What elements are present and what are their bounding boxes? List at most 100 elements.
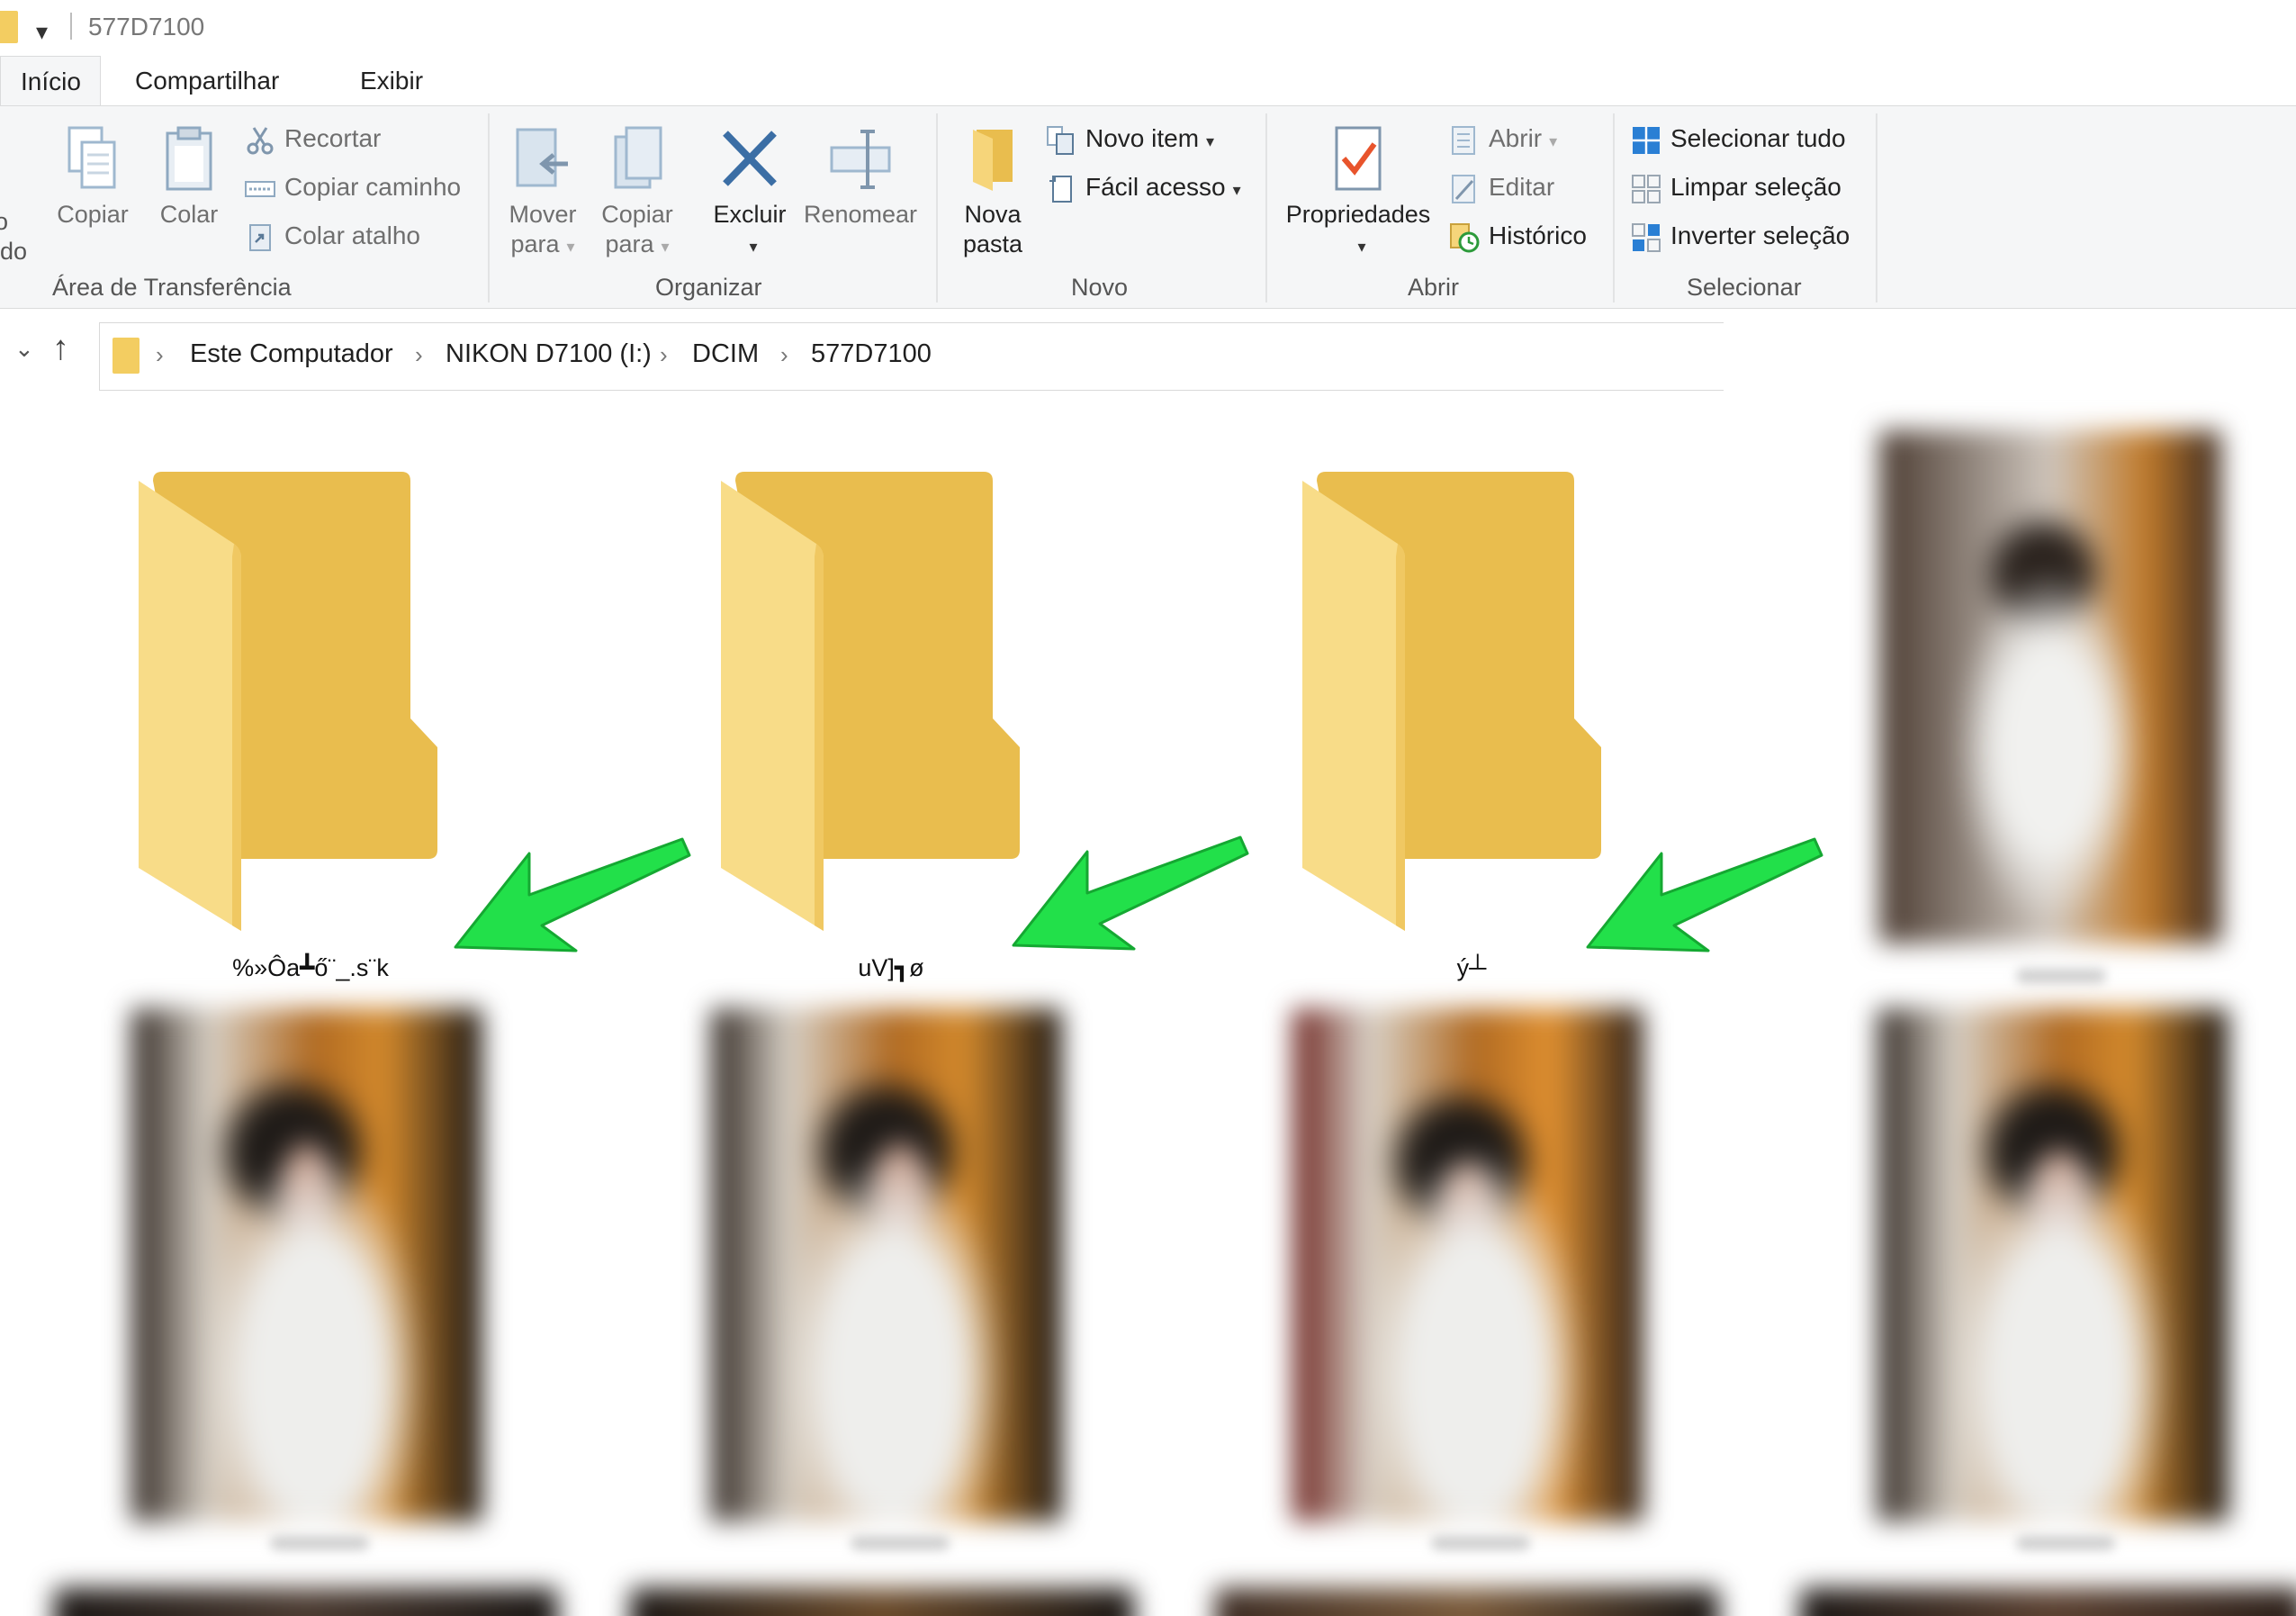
photo-thumbnail[interactable] — [711, 1008, 1062, 1521]
edit-label: Editar — [1489, 173, 1555, 201]
address-bar[interactable]: › Este Computador › NIKON D7100 (I:) › D… — [99, 322, 1724, 391]
copy-to-button[interactable]: Copiar para ▾ — [594, 124, 680, 262]
tab-label: Exibir — [360, 67, 424, 95]
photo-thumbnail[interactable] — [1800, 1588, 2296, 1616]
breadcrumb-separator-icon[interactable]: › — [156, 341, 164, 369]
chevron-down-icon: ▾ — [1357, 238, 1366, 256]
paste-label: Colar — [159, 201, 219, 228]
move-to-button[interactable]: Mover para ▾ — [502, 124, 583, 262]
tab-exibir[interactable]: Exibir — [360, 56, 423, 106]
copy-to-icon — [614, 126, 662, 189]
new-folder-button[interactable]: Nova pasta — [954, 124, 1031, 259]
folder-icon — [139, 472, 437, 931]
properties-label: Propriedades — [1285, 201, 1431, 228]
tab-label: Compartilhar — [135, 67, 280, 95]
easy-access-label: Fácil acesso — [1085, 173, 1226, 201]
group-separator — [1876, 113, 1877, 302]
breadcrumb-current-folder[interactable]: 577D7100 — [811, 339, 932, 369]
copy-path-icon — [245, 180, 275, 197]
group-separator — [488, 113, 490, 302]
properties-button[interactable]: Propriedades ▾ — [1280, 124, 1436, 262]
pin-quick-access-button[interactable]: o ido — [0, 207, 27, 266]
scissors-icon — [247, 126, 274, 155]
select-none-button[interactable]: Limpar seleção — [1631, 169, 1841, 205]
copy-icon — [68, 126, 116, 189]
new-item-label: Novo item — [1085, 124, 1200, 152]
chevron-down-icon: ▾ — [661, 238, 670, 256]
clipboard-icon — [166, 126, 212, 191]
easy-access-icon — [1049, 175, 1072, 203]
copy-path-button[interactable]: Copiar caminho — [245, 169, 461, 205]
folder-icon — [1302, 472, 1601, 931]
rename-button[interactable]: Renomear — [797, 124, 923, 230]
select-all-label: Selecionar tudo — [1670, 124, 1846, 152]
folder-item[interactable] — [708, 468, 1032, 941]
tab-compartilhar[interactable]: Compartilhar — [135, 56, 279, 106]
delete-button[interactable]: Excluir ▾ — [707, 124, 792, 262]
ribbon: o ido Copiar Colar Recortar — [0, 105, 2296, 309]
copy-label: Copiar — [57, 201, 129, 228]
open-button[interactable]: Abrir ▾ — [1449, 121, 1557, 157]
paste-button[interactable]: Colar — [153, 124, 225, 230]
folder-name-label[interactable]: ý┴ — [1332, 954, 1611, 982]
cut-button[interactable]: Recortar — [245, 121, 381, 157]
photo-caption-blurred — [851, 1536, 950, 1550]
photo-thumbnail[interactable] — [131, 1008, 482, 1521]
photo-thumbnail[interactable] — [1292, 1008, 1643, 1521]
pin-label: ido — [0, 238, 28, 265]
easy-access-button[interactable]: Fácil acesso ▾ — [1046, 169, 1241, 205]
history-label: Histórico — [1489, 221, 1587, 249]
history-button[interactable]: Histórico — [1449, 218, 1587, 254]
tab-label: Início — [21, 68, 81, 95]
photo-thumbnail[interactable] — [630, 1588, 1134, 1616]
breadcrumb-separator-icon[interactable]: › — [660, 341, 668, 369]
folder-name-label[interactable]: uV]┓ø — [747, 954, 1035, 982]
pin-label: o — [0, 208, 9, 235]
breadcrumb-nikon-d7100[interactable]: NIKON D7100 (I:) — [446, 339, 652, 369]
paste-shortcut-button[interactable]: Colar atalho — [245, 218, 420, 254]
photo-thumbnail[interactable] — [1879, 430, 2221, 943]
photo-thumbnail[interactable] — [1215, 1588, 1719, 1616]
folder-item[interactable] — [126, 468, 450, 941]
new-folder-icon — [973, 130, 1013, 191]
copy-to-label: para — [605, 230, 654, 257]
chevron-down-icon: ▾ — [749, 238, 758, 256]
new-item-button[interactable]: Novo item ▾ — [1046, 121, 1214, 157]
select-none-label: Limpar seleção — [1670, 173, 1841, 201]
select-none-icon — [1632, 174, 1661, 203]
paste-shortcut-label: Colar atalho — [284, 221, 420, 249]
green-arrow-annotation — [454, 837, 691, 952]
folder-name-label[interactable]: %»Ôa┻ő¨_.s¨k — [162, 954, 459, 982]
quick-access-dropdown-icon[interactable]: ▾ — [36, 18, 48, 46]
photo-caption-blurred — [2016, 969, 2106, 983]
select-all-icon — [1633, 126, 1660, 154]
move-to-label: Mover — [509, 201, 577, 228]
breadcrumb-este-computador[interactable]: Este Computador — [190, 339, 393, 369]
select-all-button[interactable]: Selecionar tudo — [1631, 121, 1846, 157]
photo-thumbnail[interactable] — [1877, 1008, 2228, 1521]
cut-label: Recortar — [284, 124, 382, 152]
chevron-down-icon: ▾ — [1549, 132, 1558, 150]
breadcrumb-separator-icon[interactable]: › — [415, 341, 423, 369]
recent-locations-chevron-icon[interactable]: ⌄ — [14, 335, 34, 363]
open-group-label: Abrir — [1408, 274, 1460, 301]
new-item-icon — [1047, 125, 1074, 155]
navigation-bar: ⌄ ↑ › Este Computador › NIKON D7100 (I:)… — [0, 322, 2296, 391]
up-arrow-icon[interactable]: ↑ — [52, 330, 69, 368]
new-folder-label: Nova — [964, 201, 1022, 228]
group-separator — [1265, 113, 1267, 302]
invert-selection-icon — [1632, 222, 1661, 252]
title-separator — [70, 13, 72, 40]
tab-inicio[interactable]: Início — [0, 56, 101, 106]
ribbon-tabs: Início Compartilhar Exibir — [0, 56, 2296, 106]
folder-item[interactable] — [1290, 468, 1614, 941]
folder-icon — [0, 11, 18, 43]
breadcrumb-separator-icon[interactable]: › — [780, 341, 788, 369]
invert-selection-button[interactable]: Inverter seleção — [1631, 218, 1850, 254]
photo-caption-blurred — [2016, 1536, 2115, 1550]
title-bar: ▾ 577D7100 — [0, 0, 2296, 56]
breadcrumb-dcim[interactable]: DCIM — [692, 339, 759, 369]
edit-button[interactable]: Editar — [1449, 169, 1554, 205]
copy-button[interactable]: Copiar — [52, 124, 133, 230]
photo-thumbnail[interactable] — [54, 1588, 558, 1616]
